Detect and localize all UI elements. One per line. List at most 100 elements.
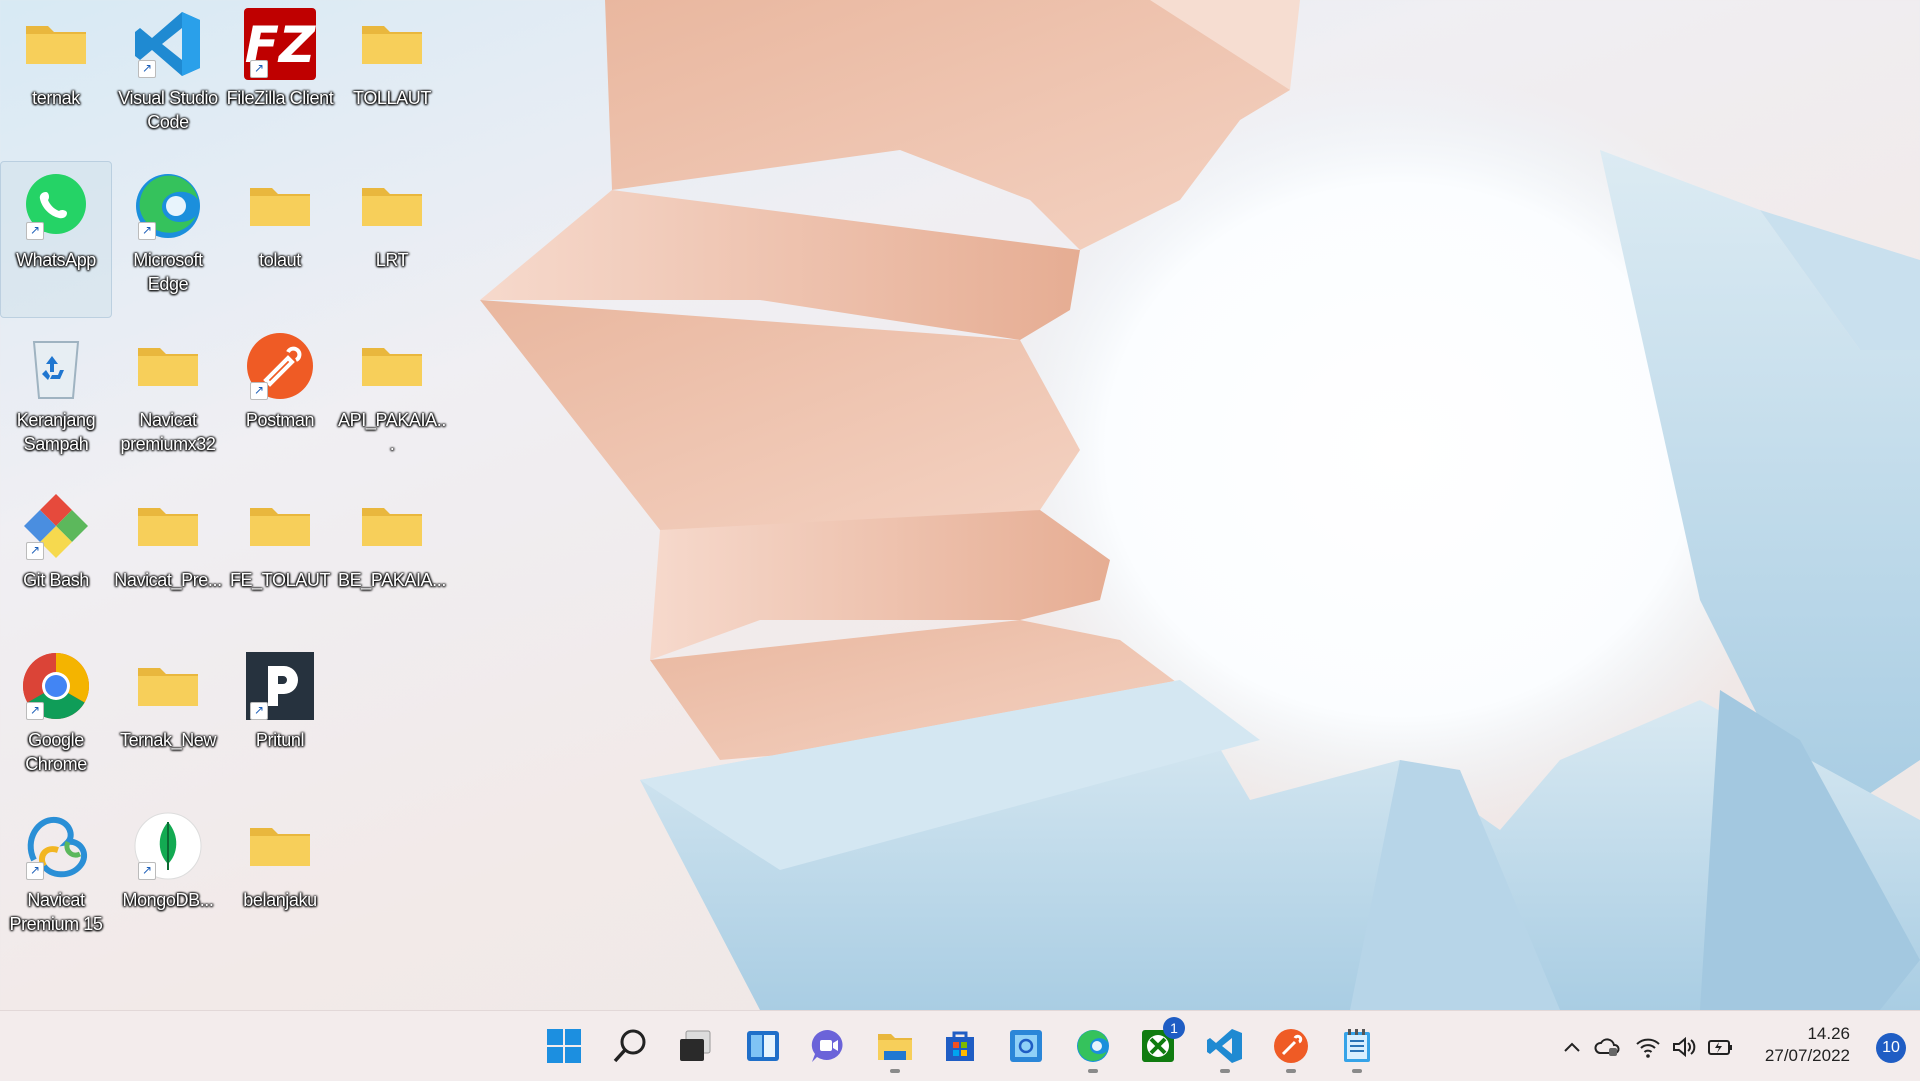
desktop-icon-label: Microsoft Edge [133, 250, 203, 294]
desktop-icon-ternak-new[interactable]: Ternak_New [113, 642, 223, 797]
notification-center-button[interactable]: 10 [1876, 1033, 1906, 1063]
notepad-icon [1344, 1029, 1370, 1062]
desktop-icon-label: Visual Studio Code [118, 88, 218, 132]
mongodb-leaf-icon: ↗ [132, 810, 204, 882]
desktop-icon-whatsapp[interactable]: ↗ WhatsApp [0, 161, 112, 318]
desktop-icon-label: Postman [245, 410, 315, 430]
taskbar: 1 14.26 27/07/2022 10 [0, 1010, 1920, 1081]
desktop-icon-navicat-premium-15[interactable]: ↗ Navicat Premium 15 [1, 802, 111, 957]
desktop-icon-label: API_PAKAIA... [338, 410, 446, 454]
desktop-icon-label: Navicat premiumx32 [120, 410, 216, 454]
desktop-icon-recycle-bin[interactable]: Keranjang Sampah [1, 322, 111, 477]
desktop-icon-grid: ternak ↗ Visual Studio Code FZ ↗ FileZil… [0, 0, 460, 1000]
desktop-icon-label: tolaut [259, 250, 301, 270]
shortcut-arrow-icon: ↗ [26, 862, 44, 880]
show-hidden-icons-button[interactable] [1558, 1033, 1586, 1061]
git-bash-icon: ↗ [20, 490, 92, 562]
wifi-tray-button[interactable] [1634, 1033, 1662, 1061]
notification-badge: 1 [1163, 1017, 1185, 1039]
pritunl-icon: ↗ [244, 650, 316, 722]
desktop-icon-tollaut[interactable]: TOLLAUT [337, 0, 447, 155]
task-view-icon [680, 1030, 711, 1061]
widgets-button[interactable] [738, 1021, 788, 1071]
desktop-icon-pritunl[interactable]: ↗ Pritunl [225, 642, 335, 797]
desktop-icon-filezilla[interactable]: FZ ↗ FileZilla Client [225, 0, 335, 155]
desktop-icon-navicat-premiumx32[interactable]: Navicat premiumx32 [113, 322, 223, 477]
taskbar-edge[interactable] [1068, 1021, 1118, 1073]
desktop-icon-fe-tolaut[interactable]: FE_TOLAUT [225, 482, 335, 637]
chat-button[interactable] [803, 1021, 853, 1071]
running-indicator [1286, 1069, 1296, 1073]
taskbar-microsoft-store[interactable] [935, 1021, 985, 1071]
speaker-icon [1673, 1036, 1696, 1058]
taskbar-postman[interactable] [1266, 1021, 1316, 1073]
postman-icon: ↗ [244, 330, 316, 402]
shortcut-arrow-icon: ↗ [250, 60, 268, 78]
desktop-icon-be-pakaia[interactable]: BE_PAKAIA... [337, 482, 447, 637]
desktop-icon-label: BE_PAKAIA... [338, 570, 446, 590]
desktop-icon-label: ternak [32, 88, 80, 108]
desktop-icon-lrt[interactable]: LRT [337, 162, 447, 317]
shortcut-arrow-icon: ↗ [250, 382, 268, 400]
desktop-icon-vscode[interactable]: ↗ Visual Studio Code [113, 0, 223, 155]
taskbar-file-explorer[interactable] [870, 1021, 920, 1073]
folder-icon [356, 330, 428, 402]
battery-tray-button[interactable] [1706, 1033, 1734, 1061]
desktop-icon-label: WhatsApp [16, 250, 96, 270]
desktop-icon-git-bash[interactable]: ↗ Git Bash [1, 482, 111, 637]
onedrive-tray-button[interactable] [1594, 1033, 1622, 1061]
volume-tray-button[interactable] [1670, 1033, 1698, 1061]
taskbar-vscode[interactable] [1200, 1021, 1250, 1073]
desktop-icon-label: TOLLAUT [353, 88, 431, 108]
folder-icon [356, 490, 428, 562]
postman-icon [1274, 1029, 1308, 1063]
taskbar-notepad[interactable] [1332, 1021, 1382, 1073]
whatsapp-icon: ↗ [20, 170, 92, 242]
desktop-icon-belanjaku[interactable]: belanjaku [225, 802, 335, 957]
shortcut-arrow-icon: ↗ [26, 702, 44, 720]
desktop-icon-label: Git Bash [23, 570, 89, 590]
clock-button[interactable]: 14.26 27/07/2022 [1765, 1023, 1850, 1067]
start-button[interactable] [539, 1021, 589, 1071]
desktop-icon-label: MongoDB... [122, 890, 214, 910]
running-indicator [1352, 1069, 1362, 1073]
clock-time: 14.26 [1807, 1024, 1850, 1043]
desktop-icon-google-chrome[interactable]: ↗ Google Chrome [1, 642, 111, 797]
desktop-icon-edge[interactable]: ↗ Microsoft Edge [113, 162, 223, 317]
folder-icon [132, 650, 204, 722]
task-view-button[interactable] [670, 1021, 720, 1071]
navicat-icon: ↗ [20, 810, 92, 882]
folder-icon [20, 8, 92, 80]
desktop-icon-tolaut[interactable]: tolaut [225, 162, 335, 317]
desktop-icon-label: Pritunl [255, 730, 305, 750]
teams-chat-icon [811, 1029, 843, 1062]
folder-icon [244, 490, 316, 562]
desktop-icon-label: Google Chrome [25, 730, 87, 774]
folder-icon [244, 810, 316, 882]
taskbar-control-panel[interactable] [1001, 1021, 1051, 1071]
windows-logo-icon [547, 1029, 581, 1063]
desktop-icon-mongodb[interactable]: ↗ MongoDB... [113, 802, 223, 957]
desktop-icon-navicat-pre[interactable]: Navicat_Pre... [113, 482, 223, 637]
desktop-icon-postman[interactable]: ↗ Postman [225, 322, 335, 477]
desktop-icon-api-pakaia[interactable]: API_PAKAIA... [337, 322, 447, 477]
file-explorer-icon [878, 1034, 912, 1060]
search-button[interactable] [605, 1021, 655, 1071]
taskbar-xbox[interactable]: 1 [1133, 1017, 1185, 1071]
desktop-icon-label: FE_TOLAUT [229, 570, 331, 590]
chrome-icon: ↗ [20, 650, 92, 722]
search-icon [613, 1029, 646, 1063]
desktop-icon-ternak[interactable]: ternak [1, 0, 111, 155]
vscode-icon [1207, 1029, 1242, 1063]
running-indicator [1220, 1069, 1230, 1073]
folder-icon [132, 490, 204, 562]
shortcut-arrow-icon: ↗ [26, 542, 44, 560]
shortcut-arrow-icon: ↗ [26, 222, 44, 240]
shortcut-arrow-icon: ↗ [138, 862, 156, 880]
wifi-icon [1636, 1038, 1660, 1058]
desktop-icon-label: LRT [375, 250, 409, 270]
folder-icon [244, 170, 316, 242]
folder-icon [356, 170, 428, 242]
cloud-icon [1594, 1038, 1620, 1056]
desktop-icon-label: belanjaku [243, 890, 317, 910]
